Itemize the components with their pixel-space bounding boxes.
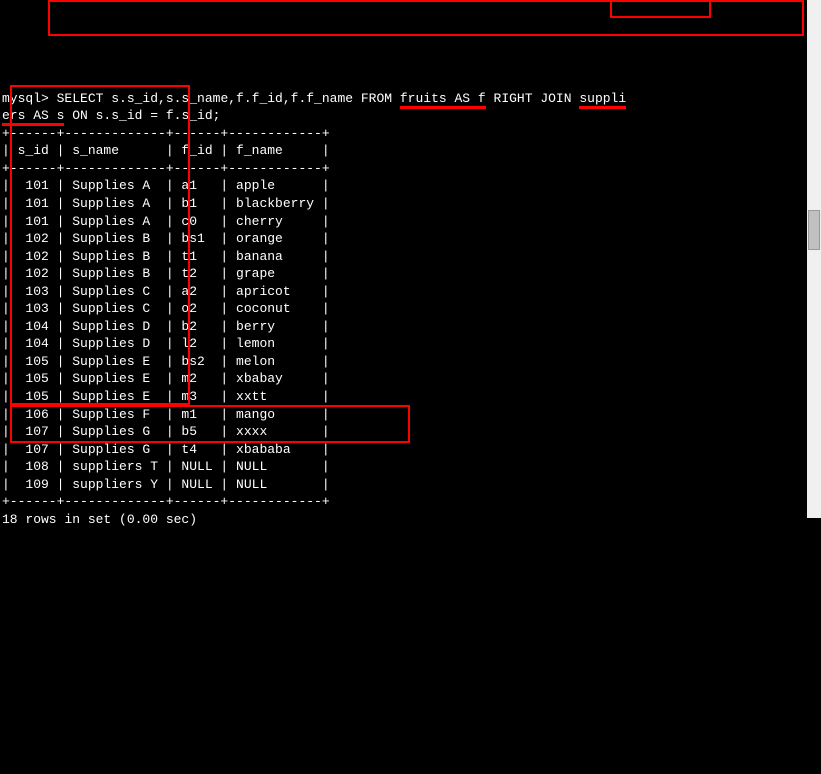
table-separator: +------+-------------+------+-----------… bbox=[2, 494, 330, 509]
table-row: | 105 | Supplies E | bs2 | melon | bbox=[2, 354, 330, 369]
table-row: | 103 | Supplies C | a2 | apricot | bbox=[2, 284, 330, 299]
table-row: | 105 | Supplies E | m3 | xxtt | bbox=[2, 389, 330, 404]
table-header: | s_id | s_name | f_id | f_name | bbox=[2, 143, 330, 158]
table-row: | 104 | Supplies D | l2 | lemon | bbox=[2, 336, 330, 351]
terminal-content: mysql> SELECT s.s_id,s.s_name,f.f_id,f.f… bbox=[2, 90, 807, 529]
space bbox=[486, 91, 494, 106]
table-row: | 101 | Supplies A | a1 | apple | bbox=[2, 178, 330, 193]
table-row: | 102 | Supplies B | bs1 | orange | bbox=[2, 231, 330, 246]
result-footer: 18 rows in set (0.00 sec) bbox=[2, 512, 197, 527]
table-row: | 101 | Supplies A | c0 | cherry | bbox=[2, 214, 330, 229]
table-row: | 103 | Supplies C | o2 | coconut | bbox=[2, 301, 330, 316]
annotation-query-box bbox=[48, 0, 804, 36]
scrollbar-thumb[interactable] bbox=[808, 210, 820, 250]
query-select: SELECT s.s_id,s.s_name,f.f_id,f.f_name F… bbox=[49, 91, 400, 106]
query-suppliers: suppli bbox=[579, 91, 626, 109]
table-row: | 104 | Supplies D | b2 | berry | bbox=[2, 319, 330, 334]
table-row: | 102 | Supplies B | t2 | grape | bbox=[2, 266, 330, 281]
annotation-rightjoin-box bbox=[610, 0, 711, 18]
query-suppliers-cont: ers AS s bbox=[2, 108, 64, 126]
table-row: | 105 | Supplies E | m2 | xbabay | bbox=[2, 371, 330, 386]
query-right-join: RIGHT JOIN bbox=[494, 91, 572, 106]
table-row: | 101 | Supplies A | b1 | blackberry | bbox=[2, 196, 330, 211]
table-row: | 108 | suppliers T | NULL | NULL | bbox=[2, 459, 330, 474]
table-row: | 109 | suppliers Y | NULL | NULL | bbox=[2, 477, 330, 492]
table-row: | 107 | Supplies G | b5 | xxxx | bbox=[2, 424, 330, 439]
terminal-output: mysql> SELECT s.s_id,s.s_name,f.f_id,f.f… bbox=[2, 72, 807, 651]
mysql-prompt: mysql> bbox=[2, 91, 49, 106]
table-separator: +------+-------------+------+-----------… bbox=[2, 161, 330, 176]
table-row: | 102 | Supplies B | t1 | banana | bbox=[2, 249, 330, 264]
query-on-clause: ON s.s_id = f.s_id; bbox=[64, 108, 220, 123]
table-row: | 107 | Supplies G | t4 | xbababa | bbox=[2, 442, 330, 457]
vertical-scrollbar[interactable] bbox=[807, 0, 821, 518]
query-fruits-alias: fruits AS f bbox=[400, 91, 486, 109]
table-separator: +------+-------------+------+-----------… bbox=[2, 126, 330, 141]
table-row: | 106 | Supplies F | m1 | mango | bbox=[2, 407, 330, 422]
